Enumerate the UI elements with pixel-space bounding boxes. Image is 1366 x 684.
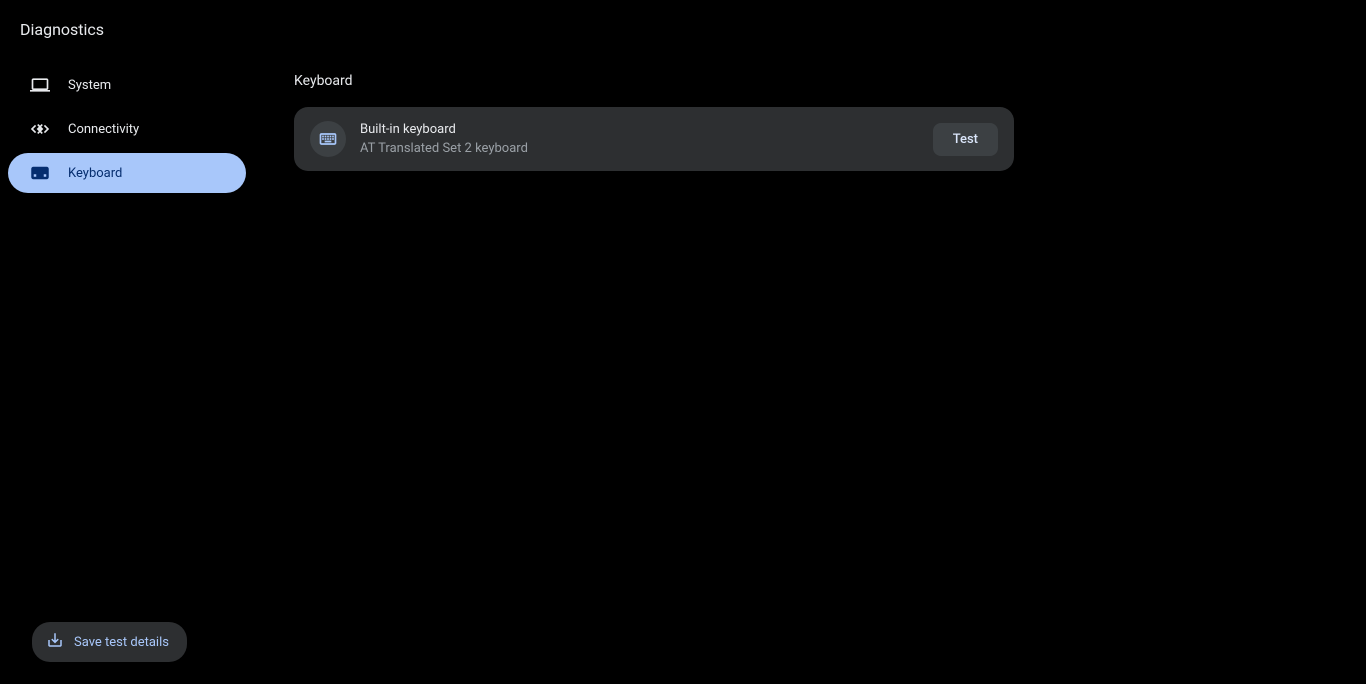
device-subtitle: AT Translated Set 2 keyboard xyxy=(360,141,933,156)
app-title: Diagnostics xyxy=(20,20,1366,39)
card-body: Built-in keyboard AT Translated Set 2 ke… xyxy=(360,122,933,156)
section-title: Keyboard xyxy=(294,73,1326,89)
sidebar-item-label: System xyxy=(68,78,111,93)
main-content: Keyboard Built-in keyboard AT Translated… xyxy=(254,53,1366,683)
download-icon xyxy=(46,631,64,653)
sidebar-item-keyboard[interactable]: Keyboard xyxy=(8,153,246,193)
keyboard-icon xyxy=(310,121,346,157)
keyboard-device-card: Built-in keyboard AT Translated Set 2 ke… xyxy=(294,107,1014,171)
save-test-details-button[interactable]: Save test details xyxy=(32,622,187,662)
save-button-label: Save test details xyxy=(74,635,169,650)
connectivity-icon xyxy=(30,119,50,139)
app-header: Diagnostics xyxy=(0,0,1366,53)
sidebar-item-system[interactable]: System xyxy=(8,65,246,105)
sidebar-item-connectivity[interactable]: Connectivity xyxy=(8,109,246,149)
sidebar-item-label: Connectivity xyxy=(68,122,139,137)
test-button[interactable]: Test xyxy=(933,123,998,156)
laptop-icon xyxy=(30,75,50,95)
sidebar-item-label: Keyboard xyxy=(68,166,122,181)
sidebar: System Connectivity xyxy=(0,53,254,683)
keyboard-icon xyxy=(30,163,50,183)
device-title: Built-in keyboard xyxy=(360,122,933,137)
